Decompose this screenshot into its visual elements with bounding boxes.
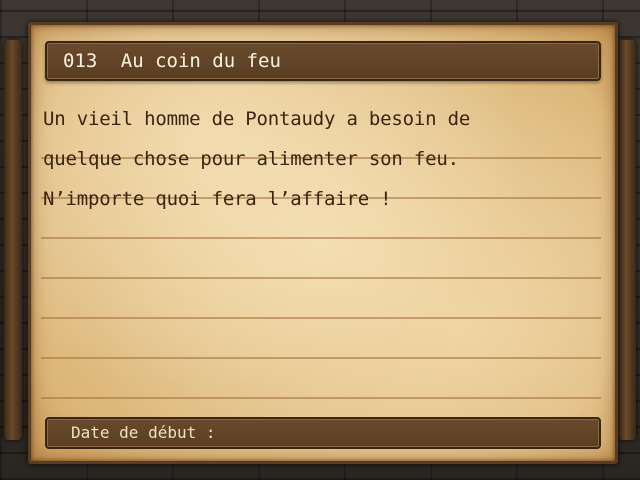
quest-number: 013 — [63, 50, 98, 72]
right-wood-frame — [618, 40, 636, 440]
quest-title: Au coin du feu — [120, 50, 281, 72]
quest-description-line: Un vieil homme de Pontaudy a besoin de — [43, 108, 471, 130]
start-date-label: Date de début : — [71, 423, 216, 442]
quest-title-banner: 013 Au coin du feu — [45, 41, 601, 81]
left-wood-frame — [4, 40, 22, 440]
quest-description-line: quelque chose pour alimenter son feu. — [43, 148, 459, 170]
start-date-bar: Date de début : — [45, 417, 601, 449]
quest-description-line: N’importe quoi fera l’affaire ! — [43, 188, 392, 210]
quest-screen: 013 Au coin du feu Un vieil homme de Pon… — [0, 0, 640, 480]
quest-parchment: 013 Au coin du feu Un vieil homme de Pon… — [28, 22, 618, 464]
